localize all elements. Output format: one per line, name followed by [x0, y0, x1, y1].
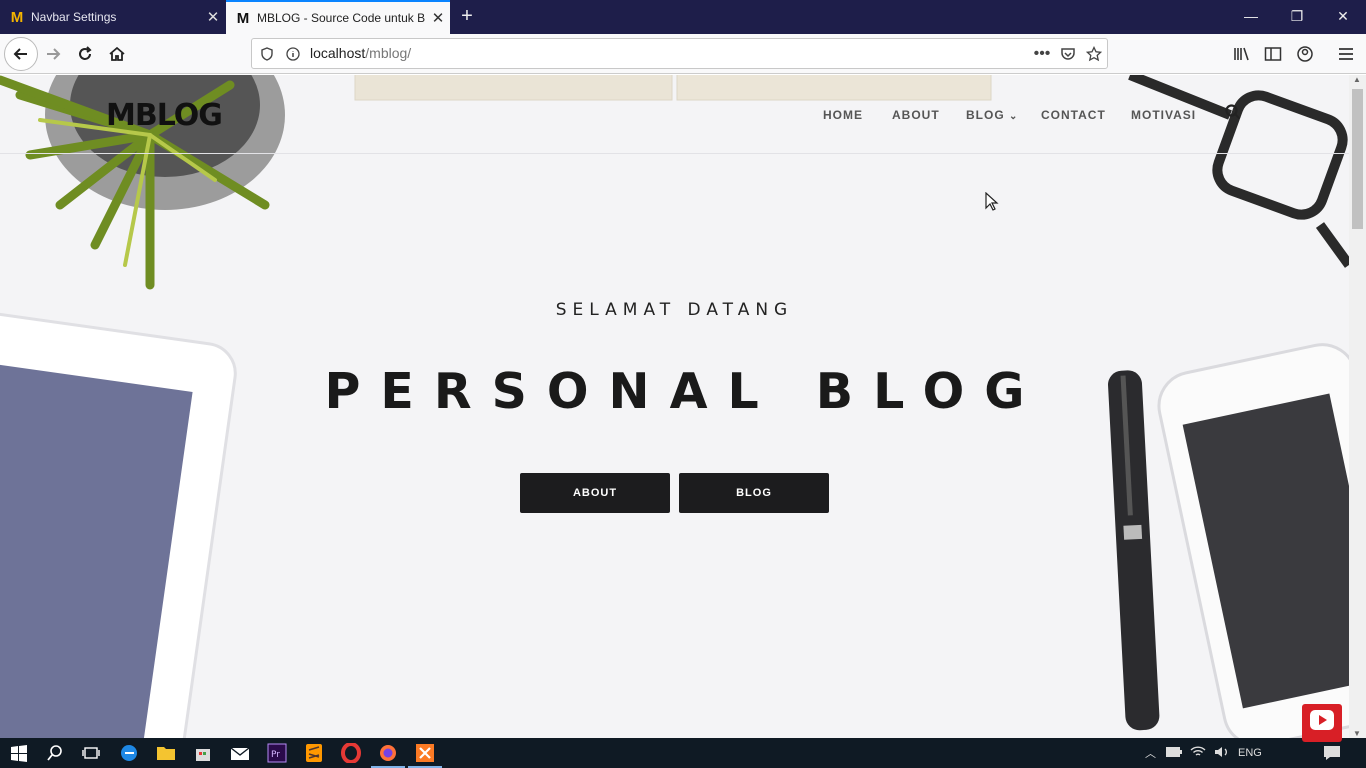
about-button[interactable]: ABOUT [520, 473, 670, 513]
youtube-subscribe-badge[interactable] [1302, 704, 1342, 742]
wifi-icon[interactable] [1190, 745, 1206, 761]
hero-title: PERSONAL BLOG [324, 363, 1045, 420]
nav-blog-label: BLOG [966, 108, 1005, 122]
nav-about[interactable]: ABOUT [892, 108, 940, 122]
account-icon[interactable] [1290, 39, 1320, 69]
store-icon[interactable] [191, 741, 215, 765]
nav-contact[interactable]: CONTACT [1041, 108, 1106, 122]
search-icon[interactable] [1224, 103, 1242, 126]
url-host: localhost [310, 44, 366, 61]
forward-arrow-icon [47, 48, 61, 60]
tab-title: Navbar Settings [31, 10, 117, 24]
reload-icon [79, 46, 92, 60]
nav-home[interactable]: HOME [823, 108, 863, 122]
url-path: /mblog/ [365, 44, 412, 61]
window-close-icon[interactable]: ✕ [1320, 0, 1366, 34]
web-page: MBLOG HOME ABOUT BLOG ⌄ CONTACT MOTIVASI… [0, 75, 1349, 738]
m-favicon-icon: M [10, 8, 24, 26]
opera-icon[interactable] [339, 741, 363, 765]
tab-strip: M Navbar Settings ✕ M MBLOG - Source Cod… [0, 0, 1366, 34]
task-view-icon[interactable] [79, 741, 103, 765]
notifications-icon[interactable] [1320, 741, 1344, 765]
url-bar[interactable]: localhost/mblog/ ••• [251, 38, 1108, 69]
sidebar-icon[interactable] [1258, 39, 1288, 69]
windows-start-icon[interactable] [7, 741, 31, 765]
scroll-down-icon[interactable]: ▼ [1353, 729, 1361, 738]
firefox-icon[interactable] [376, 741, 400, 765]
chevron-down-icon: ⌄ [1009, 111, 1019, 122]
language-indicator[interactable]: ENG [1238, 747, 1262, 759]
home-icon [109, 46, 125, 61]
tab-title: MBLOG - Source Code untuk B [257, 11, 426, 25]
tab-mblog[interactable]: M MBLOG - Source Code untuk B ✕ [226, 0, 450, 34]
shield-icon[interactable] [254, 41, 280, 67]
battery-icon[interactable] [1166, 746, 1182, 760]
browser-toolbar: localhost/mblog/ ••• [0, 34, 1366, 74]
restore-icon[interactable]: ❐ [1274, 0, 1320, 34]
url-text[interactable]: localhost/mblog/ [310, 45, 411, 63]
nav-motivasi[interactable]: MOTIVASI [1131, 108, 1196, 122]
close-icon[interactable]: ✕ [426, 9, 450, 27]
nav-blog[interactable]: BLOG ⌄ [966, 108, 1018, 122]
tray-chevron-up-icon[interactable]: ︿ [1145, 745, 1156, 761]
system-tray: ︿ ENG [1145, 738, 1262, 768]
hero-subtitle: SELAMAT DATANG [555, 300, 794, 320]
pocket-icon[interactable] [1055, 41, 1081, 67]
bookmark-star-icon[interactable] [1081, 41, 1107, 67]
more-actions-icon[interactable]: ••• [1029, 41, 1055, 67]
youtube-play-icon [1310, 710, 1334, 730]
page-scrollbar[interactable]: ▲ ▼ [1349, 75, 1366, 738]
mail-icon[interactable] [228, 741, 252, 765]
close-icon[interactable]: ✕ [201, 8, 225, 26]
file-explorer-icon[interactable] [154, 741, 178, 765]
svg-text:Pr: Pr [271, 750, 280, 760]
cursor-icon [985, 192, 999, 211]
m-favicon-icon: M [236, 9, 250, 27]
scroll-up-icon[interactable]: ▲ [1353, 75, 1361, 84]
home-button[interactable] [102, 39, 132, 69]
blog-button[interactable]: BLOG [679, 473, 829, 513]
search-icon[interactable] [43, 741, 67, 765]
xampp-icon[interactable] [413, 741, 437, 765]
scrollbar-thumb[interactable] [1352, 89, 1363, 229]
hamburger-menu-icon[interactable] [1331, 39, 1361, 69]
site-logo[interactable]: MBLOG [106, 98, 223, 133]
back-button[interactable] [4, 37, 38, 71]
windows-taskbar: Pr ︿ ENG [0, 738, 1366, 768]
info-icon[interactable] [280, 41, 306, 67]
tab-navbar-settings[interactable]: M Navbar Settings ✕ [0, 0, 225, 34]
new-tab-button[interactable]: + [455, 4, 479, 30]
forward-button[interactable] [38, 39, 68, 69]
library-icon[interactable] [1227, 39, 1257, 69]
premiere-pro-icon[interactable]: Pr [265, 741, 289, 765]
minimize-icon[interactable]: — [1228, 0, 1274, 34]
edge-icon[interactable] [117, 741, 141, 765]
back-arrow-icon [13, 48, 27, 60]
volume-icon[interactable] [1214, 745, 1230, 762]
reload-button[interactable] [70, 39, 100, 69]
header-divider [0, 153, 1349, 154]
sublime-icon[interactable] [302, 741, 326, 765]
